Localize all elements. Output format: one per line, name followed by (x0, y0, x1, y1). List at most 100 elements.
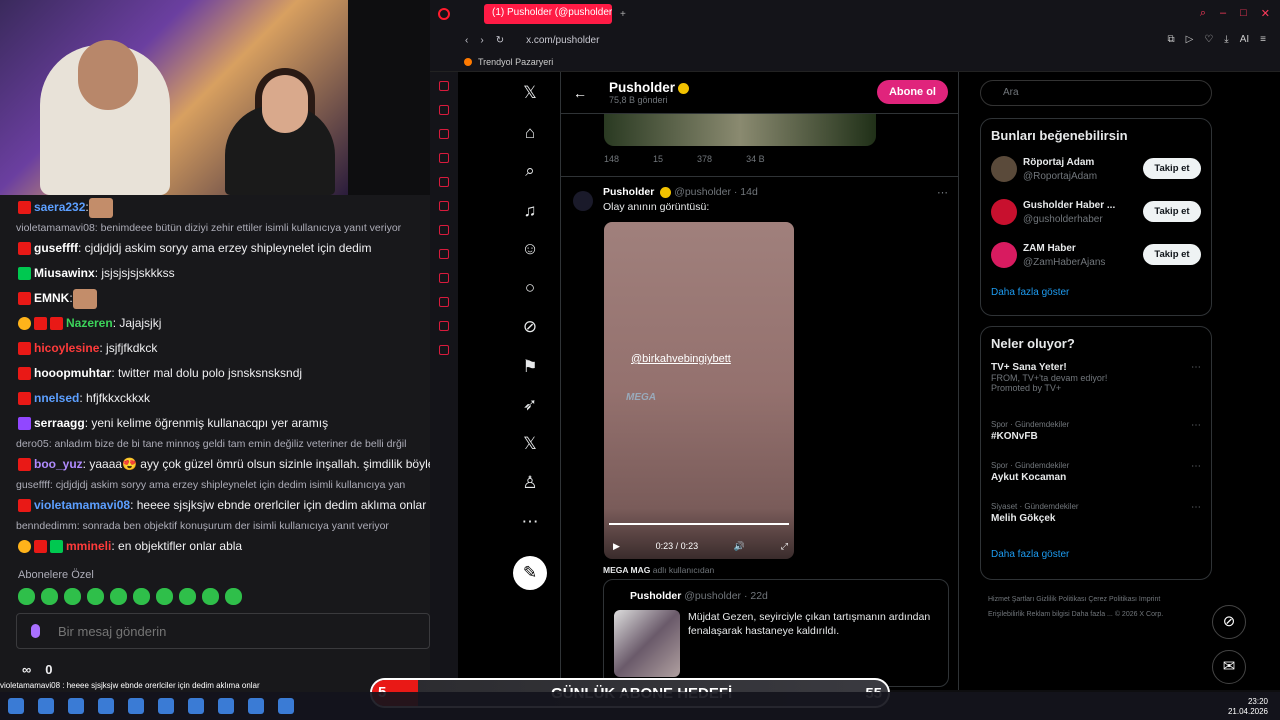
chat-badge-icon[interactable] (18, 242, 31, 256)
suggestion-avatar[interactable] (991, 199, 1017, 225)
trend-item[interactable]: TV+ Sana Yeter! FROM, TV+'ta devam ediyor… (981, 362, 1211, 420)
taskbar-app-icon[interactable] (188, 698, 204, 714)
follow-button[interactable]: Takip et (1143, 244, 1201, 265)
home-icon[interactable]: ⌂ (519, 122, 541, 144)
suggestion-name[interactable]: Röportaj Adam (1023, 157, 1094, 168)
chat-badge-icon[interactable] (34, 540, 47, 554)
opera-icon[interactable] (438, 8, 450, 20)
chat-badge-icon[interactable] (50, 317, 63, 331)
chat-badge-icon[interactable] (18, 292, 31, 306)
bookmark-trendyol[interactable]: Trendyol Pazaryeri (478, 57, 553, 67)
heart-icon[interactable]: ♡ (1204, 34, 1213, 45)
chat-badge-icon[interactable] (18, 540, 31, 554)
post-more-icon[interactable]: ⋯ (937, 186, 948, 199)
chat-username[interactable]: hooopmuhtar (34, 366, 111, 380)
premium-icon[interactable]: 𝕏 (519, 433, 541, 455)
x-logo-icon[interactable]: 𝕏 (519, 82, 541, 104)
taskbar-app-icon[interactable] (98, 698, 114, 714)
chat-badge-icon[interactable] (18, 317, 31, 331)
messages-fab-icon[interactable]: ✉ (1212, 650, 1246, 684)
grok-fab-icon[interactable]: ⊘ (1212, 605, 1246, 639)
play-icon[interactable]: ▷ (1186, 34, 1194, 45)
taskbar-app-icon[interactable] (278, 698, 294, 714)
search-icon[interactable]: ⌕ (1200, 7, 1206, 20)
back-icon[interactable]: ‹ (465, 35, 468, 46)
notifications-icon[interactable]: ♫ (519, 200, 541, 222)
follow-icon[interactable]: ☺ (519, 238, 541, 260)
chat-username[interactable]: Nazeren (66, 316, 113, 330)
chat-badge-icon[interactable] (18, 342, 31, 356)
messages-icon[interactable]: ○ (519, 277, 541, 299)
trend-more-icon[interactable]: ⋯ (1191, 362, 1201, 373)
suggestion-avatar[interactable] (991, 156, 1017, 182)
trend-more-icon[interactable]: ⋯ (1191, 420, 1201, 431)
chat-badge-icon[interactable] (18, 267, 31, 281)
chat-username[interactable]: hicoylesine (34, 341, 99, 355)
system-clock[interactable]: 23:20 21.04.2026 (1228, 697, 1268, 717)
taskbar-app-icon[interactable] (158, 698, 174, 714)
ai-button[interactable]: AI (1240, 34, 1249, 45)
show-more-link[interactable]: Daha fazla göster (981, 281, 1211, 310)
view-count[interactable]: 34 B (746, 154, 765, 164)
chat-input[interactable] (58, 623, 398, 639)
explore-icon[interactable]: ⌕ (519, 160, 541, 182)
reload-icon[interactable]: ↻ (496, 35, 504, 46)
follow-button[interactable]: Takip et (1143, 201, 1201, 222)
minimize-icon[interactable]: – (1220, 7, 1226, 20)
mic-icon[interactable] (31, 624, 40, 638)
video-progress[interactable] (609, 523, 789, 525)
trend-more-icon[interactable]: ⋯ (1191, 502, 1201, 513)
chat-username[interactable]: serraagg (34, 416, 85, 430)
chat-badge-icon[interactable] (18, 367, 31, 381)
chat-input-box[interactable] (16, 613, 430, 649)
taskbar-app-icon[interactable] (218, 698, 234, 714)
url-field[interactable]: x.com/pusholder (526, 35, 599, 46)
post[interactable]: Pusholder @pusholder · 14d ⋯ Olay anının… (561, 176, 958, 687)
suggestion-avatar[interactable] (991, 242, 1017, 268)
forward-icon[interactable]: › (480, 35, 483, 46)
maximize-icon[interactable]: □ (1240, 7, 1247, 20)
quote-image[interactable] (614, 610, 680, 677)
new-tab-icon[interactable]: + (620, 9, 626, 20)
subscribe-button[interactable]: Abone ol (876, 80, 948, 104)
grok-icon[interactable]: ⊘ (519, 316, 541, 338)
chat-username[interactable]: guseffff (34, 241, 78, 255)
tab-pusholder[interactable]: (1) Pusholder (@pusholder (484, 4, 612, 24)
chat-username[interactable]: saera232 (34, 200, 85, 214)
taskbar-app-icon[interactable] (38, 698, 54, 714)
trend-item[interactable]: Siyaset · Gündemdekiler Melih Gökçek ⋯ (981, 502, 1211, 543)
chat-badge-icon[interactable] (18, 458, 31, 472)
trend-item[interactable]: Spor · Gündemdekiler #KONvFB ⋯ (981, 420, 1211, 461)
download-icon[interactable]: ⤓ (1224, 34, 1228, 45)
taskbar-app-icon[interactable] (128, 698, 144, 714)
chat-badge-icon[interactable] (18, 392, 31, 406)
like-count[interactable]: 378 (697, 154, 712, 164)
suggestion-item[interactable]: Gusholder Haber ... @gusholderhaber Takip … (981, 195, 1211, 238)
chat-badge-icon[interactable] (50, 540, 63, 554)
fullscreen-icon[interactable]: ⤢ (781, 541, 788, 552)
previous-post-media[interactable] (604, 114, 876, 146)
chat-username[interactable]: Miusawinx (34, 266, 95, 280)
taskbar-app-icon[interactable] (248, 698, 264, 714)
play-button-icon[interactable]: ▶ (613, 541, 620, 552)
chat-username[interactable]: EMNK (34, 291, 69, 305)
extension-icon[interactable]: ⧉ (1167, 34, 1174, 45)
footer-links[interactable]: Hizmet Şartları Gizlilik Politikası Çere… (988, 592, 1198, 622)
suggestion-name[interactable]: ZAM Haber (1023, 243, 1076, 254)
back-arrow-icon[interactable]: ← (573, 85, 587, 101)
trend-more-icon[interactable]: ⋯ (1191, 461, 1201, 472)
repost-count[interactable]: 15 (653, 154, 663, 164)
post-handle[interactable]: @pusholder · 14d (674, 186, 758, 198)
trend-item[interactable]: Spor · Gündemdekiler Aykut Kocaman ⋯ (981, 461, 1211, 502)
profile-icon[interactable]: ♙ (519, 472, 541, 494)
suggestion-item[interactable]: Röportaj Adam @RoportajAdam Takip et (981, 152, 1211, 195)
close-icon[interactable]: ✕ (1261, 7, 1270, 20)
taskbar-app-icon[interactable] (68, 698, 84, 714)
follow-button[interactable]: Takip et (1143, 158, 1201, 179)
post-video[interactable]: @birkahvebingiybett MEGA ▶ 0:23 / 0:23 🔊 ⤢ (604, 222, 794, 559)
suggestion-item[interactable]: ZAM Haber @ZamHaberAjans Takip et (981, 238, 1211, 281)
show-more-trends-link[interactable]: Daha fazla göster (981, 543, 1211, 572)
post-avatar[interactable] (573, 191, 593, 211)
chat-badge-icon[interactable] (18, 201, 31, 215)
rocket-icon[interactable]: ➶ (519, 394, 541, 416)
